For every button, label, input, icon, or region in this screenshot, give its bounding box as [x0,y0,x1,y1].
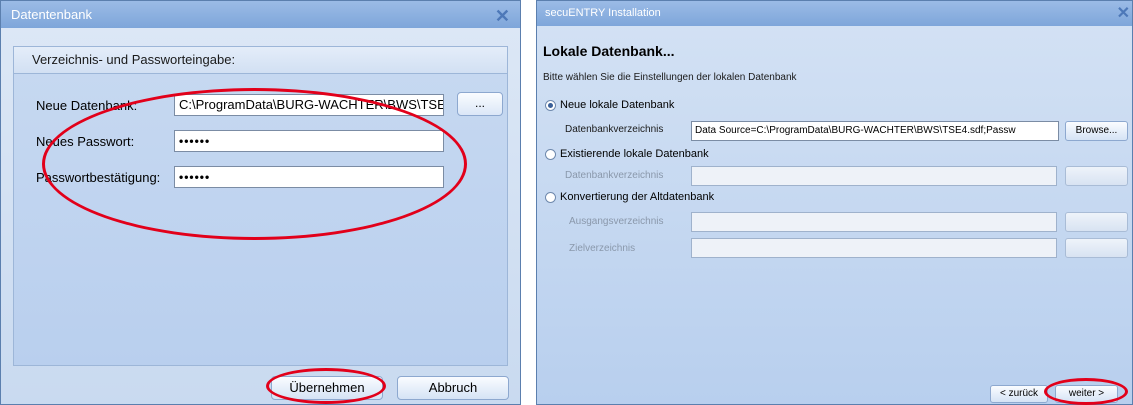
radio-convert-old-database[interactable]: Konvertierung der Altdatenbank [545,191,714,203]
page-heading: Lokale Datenbank... [543,43,675,59]
installation-dialog: secuENTRY Installation ✕ Lokale Datenban… [536,0,1133,405]
database-dialog: Datentenbank ✕ Verzeichnis- und Passwort… [0,0,521,405]
dialog-title: secuENTRY Installation [545,7,661,19]
radio-new-local-database[interactable]: Neue lokale Datenbank [545,99,674,111]
back-button[interactable]: < zurück [990,385,1048,403]
page-subtitle: Bitte wählen Sie die Einstellungen der l… [543,72,797,83]
source-directory-label: Ausgangsverzeichnis [569,216,664,227]
cancel-button[interactable]: Abbruch [397,376,509,400]
dialog-title-bar: secuENTRY Installation ✕ [537,1,1132,26]
target-directory-label: Zielverzeichnis [569,243,636,254]
radio-label: Konvertierung der Altdatenbank [560,191,715,203]
existing-db-directory-label: Datenbankverzeichnis [565,170,664,181]
new-database-field[interactable]: C:\ProgramData\BURG-WACHTER\BWS\TSE [174,94,444,116]
radio-selected-icon [545,99,556,111]
close-icon[interactable]: ✕ [1117,1,1130,26]
browse-button-disabled [1065,166,1128,186]
new-password-label: Neues Passwort: [36,134,135,149]
close-icon[interactable]: ✕ [495,3,510,30]
radio-label: Existierende lokale Datenbank [560,148,709,160]
browse-button[interactable]: ... [457,92,503,116]
section-header: Verzeichnis- und Passworteingabe: [14,47,507,74]
new-database-label: Neue Datenbank: [36,98,138,113]
dialog-title: Datentenbank [11,7,92,22]
browse-button[interactable]: Browse... [1065,121,1128,141]
browse-button-disabled [1065,238,1128,258]
radio-unselected-icon [545,148,556,160]
radio-unselected-icon [545,191,556,203]
existing-db-directory-field [691,166,1057,186]
dialog-title-bar: Datentenbank ✕ [1,1,520,28]
radio-existing-local-database[interactable]: Existierende lokale Datenbank [545,148,709,160]
db-directory-field[interactable]: Data Source=C:\ProgramData\BURG-WACHTER\… [691,121,1059,141]
settings-panel: Verzeichnis- und Passworteingabe: Neue D… [13,46,508,366]
confirm-password-field[interactable]: •••••• [174,166,444,188]
target-directory-field [691,238,1057,258]
new-password-field[interactable]: •••••• [174,130,444,152]
source-directory-field [691,212,1057,232]
next-button[interactable]: weiter > [1055,385,1118,403]
confirm-password-label: Passwortbestätigung: [36,170,161,185]
db-directory-label: Datenbankverzeichnis [565,124,664,135]
radio-label: Neue lokale Datenbank [560,99,675,111]
apply-button[interactable]: Übernehmen [271,376,383,400]
browse-button-disabled [1065,212,1128,232]
